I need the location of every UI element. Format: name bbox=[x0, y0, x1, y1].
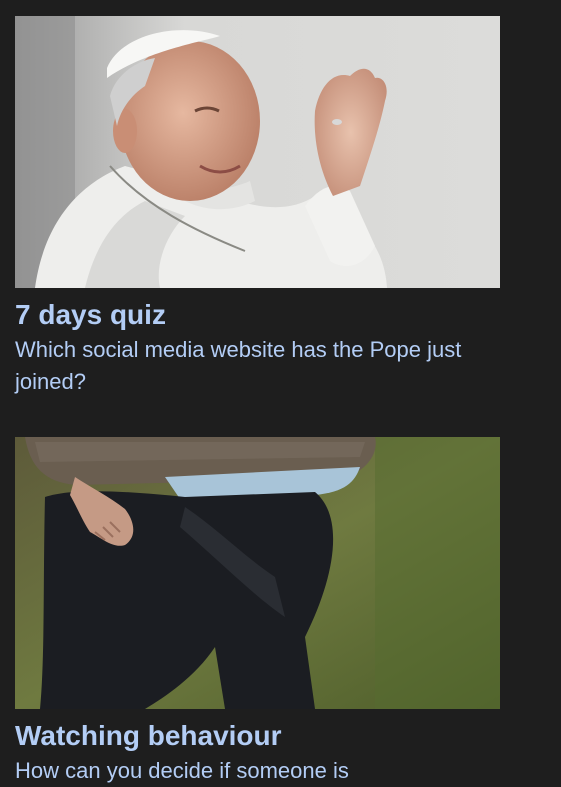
story-card-7-days-quiz[interactable]: 7 days quiz Which social media website h… bbox=[15, 16, 500, 398]
story-feed: 7 days quiz Which social media website h… bbox=[0, 0, 561, 783]
story-summary[interactable]: How can you decide if someone is bbox=[15, 755, 500, 787]
story-title[interactable]: 7 days quiz bbox=[15, 298, 500, 332]
story-image-pope-waving[interactable] bbox=[15, 16, 500, 288]
story-title[interactable]: Watching behaviour bbox=[15, 719, 500, 753]
walking-photo bbox=[15, 437, 500, 709]
pope-photo bbox=[15, 16, 500, 288]
story-card-watching-behaviour[interactable]: Watching behaviour How can you decide if… bbox=[15, 437, 500, 787]
story-summary[interactable]: Which social media website has the Pope … bbox=[15, 334, 500, 398]
story-image-man-walking[interactable] bbox=[15, 437, 500, 709]
